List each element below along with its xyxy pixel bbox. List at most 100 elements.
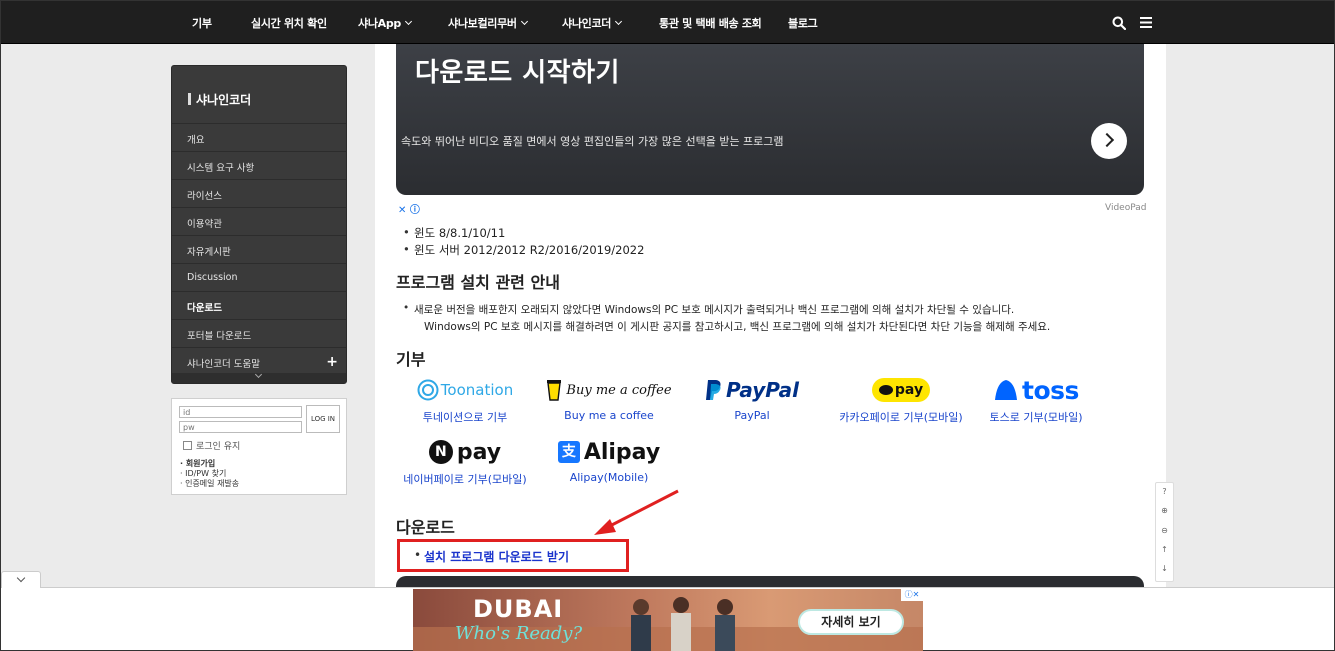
hero-ad-banner[interactable]: 다운로드 시작하기 속도와 뛰어난 비디오 품질 면에서 영상 편집인들의 가장… <box>396 44 1144 195</box>
ad-close-icon[interactable]: ✕ ⓘ <box>398 201 420 216</box>
zoom-out-icon[interactable]: ⊖ <box>1156 526 1173 535</box>
sidebar-item-terms[interactable]: 이용약관 <box>172 207 346 235</box>
toss-icon <box>995 380 1018 400</box>
collapse-ad-button[interactable] <box>1 571 41 588</box>
alipay-logo: 支 Alipay <box>544 437 674 467</box>
toonation-logo-text: Toonation <box>440 381 514 399</box>
ad-brand: VideoPad <box>1105 203 1147 213</box>
hamburger-menu-icon[interactable] <box>1140 17 1152 28</box>
keep-login-checkbox[interactable]: 로그인 유지 <box>183 439 240 452</box>
checkbox-icon <box>183 441 192 450</box>
nav-label: 기부 <box>192 17 212 30</box>
paypal-logo: PayPal <box>687 375 817 405</box>
nav-vocal-remover[interactable]: 샤나보컬리무버 <box>448 15 528 31</box>
find-id-pw-link[interactable]: · ID/PW 찾기 <box>180 469 239 479</box>
login-links: · 회원가입 · ID/PW 찾기 · 인증메일 재발송 <box>180 459 239 489</box>
nav-label: 샤나App <box>358 17 402 30</box>
alipay-icon: 支 <box>557 441 580 463</box>
donate-label: PayPal <box>734 409 770 422</box>
arrow-annotation-icon <box>594 489 679 535</box>
donate-label: 카카오페이로 기부(모바일) <box>839 411 963 424</box>
hero-next-button[interactable] <box>1091 123 1127 159</box>
sidebar-item-license[interactable]: 라이선스 <box>172 179 346 207</box>
chevron-down-icon <box>254 370 263 379</box>
sidebar-item-download[interactable]: 다운로드 <box>172 291 346 319</box>
id-input[interactable] <box>179 406 302 418</box>
dubai-ad-banner[interactable]: DUBAI Who's Ready? 자세히 보기 ⓘ✕ <box>413 589 923 651</box>
toonation-logo: Toonation <box>400 375 530 405</box>
sidebar-item-label: 라이선스 <box>187 191 222 202</box>
naverpay-logo-text: pay <box>456 439 502 465</box>
paypal-logo-text: PayPal <box>725 378 800 402</box>
requirement-item: 윈도 8/8.1/10/11 <box>403 225 505 241</box>
sidebar-menu: 샤나인코더 개요 시스템 요구 사항 라이선스 이용약관 자유게시판 Discu… <box>171 65 347 384</box>
nav-blog[interactable]: 블로그 <box>788 15 818 31</box>
download-installer-link[interactable]: 설치 프로그램 다운로드 받기 <box>424 548 569 565</box>
hero-subtitle: 속도와 뛰어난 비디오 품질 면에서 영상 편집인들의 가장 많은 선택을 받는… <box>401 135 784 148</box>
sidebar-item-overview[interactable]: 개요 <box>172 123 346 151</box>
donate-label: 토스로 기부(모바일) <box>989 411 1083 424</box>
bmc-logo: Buy me a coffee <box>544 375 674 405</box>
scroll-top-icon[interactable]: ↑ <box>1156 545 1173 554</box>
sidebar-expand[interactable] <box>172 370 346 383</box>
sidebar-item-portable[interactable]: 포터블 다운로드 <box>172 319 346 347</box>
ad-title: DUBAI <box>473 595 564 623</box>
download-highlight-box: • 설치 프로그램 다운로드 받기 <box>397 539 629 572</box>
install-guide-line: 새로운 버전을 배포한지 오래되지 않았다면 Windows의 PC 보호 메시… <box>403 302 1014 317</box>
requirement-item: 윈도 서버 2012/2012 R2/2016/2019/2022 <box>403 242 644 258</box>
nav-shana-encoder[interactable]: 샤나인코더 <box>562 15 623 31</box>
password-input[interactable] <box>179 421 302 433</box>
resend-mail-link[interactable]: · 인증메일 재발송 <box>180 479 239 489</box>
bmc-logo-text: Buy me a coffee <box>566 382 672 398</box>
scroll-bottom-icon[interactable]: ↓ <box>1156 564 1173 573</box>
coffee-cup-icon <box>547 380 562 401</box>
ad-cta-button[interactable]: 자세히 보기 <box>798 609 904 635</box>
chevron-down-icon <box>16 573 26 583</box>
donate-naverpay[interactable]: N pay 네이버페이로 기부(모바일) <box>400 437 530 487</box>
donate-alipay[interactable]: 支 Alipay Alipay(Mobile) <box>544 437 674 484</box>
nav-label: 샤나보컬리무버 <box>448 17 517 30</box>
sidebar-item-requirements[interactable]: 시스템 요구 사항 <box>172 151 346 179</box>
nav-label: 실시간 위치 확인 <box>251 17 327 30</box>
top-nav: 기부 실시간 위치 확인 샤나App 샤나보컬리무버 샤나인코더 통관 및 택배… <box>1 1 1334 44</box>
nav-label: 블로그 <box>788 17 818 30</box>
sidebar-item-discussion[interactable]: Discussion <box>172 263 346 291</box>
donate-kakaopay[interactable]: pay 카카오페이로 기부(모바일) <box>826 375 976 425</box>
install-guide-line: Windows의 PC 보호 메시지를 해결하려면 이 게시판 공지를 참고하시… <box>424 321 1051 333</box>
login-button[interactable]: LOG IN <box>306 405 340 433</box>
ad-choices-icon[interactable]: ⓘ✕ <box>901 589 923 601</box>
plus-icon[interactable]: + <box>326 354 338 370</box>
install-guide-heading: 프로그램 설치 관련 안내 <box>396 273 560 292</box>
nav-donate[interactable]: 기부 <box>192 15 212 31</box>
donate-toonation[interactable]: Toonation 투네이션으로 기부 <box>400 375 530 425</box>
chevron-down-icon <box>520 17 528 26</box>
bullet-dot: • <box>414 548 422 562</box>
sidebar-item-label: 개요 <box>187 135 205 146</box>
nav-label: 통관 및 택배 배송 조회 <box>659 17 762 30</box>
sidebar-item-label: 다운로드 <box>187 303 222 314</box>
help-icon[interactable]: ? <box>1156 487 1173 496</box>
sidebar-item-label: 이용약관 <box>187 219 222 230</box>
sidebar-item-label: 포터블 다운로드 <box>187 331 252 342</box>
sidebar-item-board[interactable]: 자유게시판 <box>172 235 346 263</box>
donate-label: 투네이션으로 기부 <box>422 411 508 424</box>
donate-buymeacoffee[interactable]: Buy me a coffee Buy me a coffee <box>544 375 674 422</box>
kakaopay-logo-text: pay <box>894 382 924 398</box>
signup-link[interactable]: · 회원가입 <box>180 459 239 469</box>
hero-title: 다운로드 시작하기 <box>415 58 620 88</box>
sidebar-item-label: 샤나인코더 도움말 <box>187 359 260 370</box>
nav-tracking[interactable]: 통관 및 택배 배송 조회 <box>659 15 762 31</box>
donate-paypal[interactable]: PayPal PayPal <box>687 375 817 422</box>
main-content: 다운로드 시작하기 속도와 뛰어난 비디오 품질 면에서 영상 편집인들의 가장… <box>375 44 1166 589</box>
nav-location[interactable]: 실시간 위치 확인 <box>251 15 327 31</box>
donate-toss[interactable]: toss 토스로 기부(모바일) <box>971 375 1101 425</box>
chevron-down-icon <box>615 17 623 26</box>
sidebar-title: 샤나인코더 <box>188 91 251 108</box>
nav-shana-app[interactable]: 샤나App <box>358 15 413 31</box>
search-icon[interactable] <box>1112 16 1126 30</box>
bottom-ad-bar: DUBAI Who's Ready? 자세히 보기 ⓘ✕ <box>1 571 1334 651</box>
zoom-in-icon[interactable]: ⊕ <box>1156 506 1173 515</box>
naverpay-logo: N pay <box>400 437 530 467</box>
toss-logo-text: toss <box>1022 375 1079 405</box>
login-box: LOG IN 로그인 유지 · 회원가입 · ID/PW 찾기 · 인증메일 재… <box>171 398 347 495</box>
